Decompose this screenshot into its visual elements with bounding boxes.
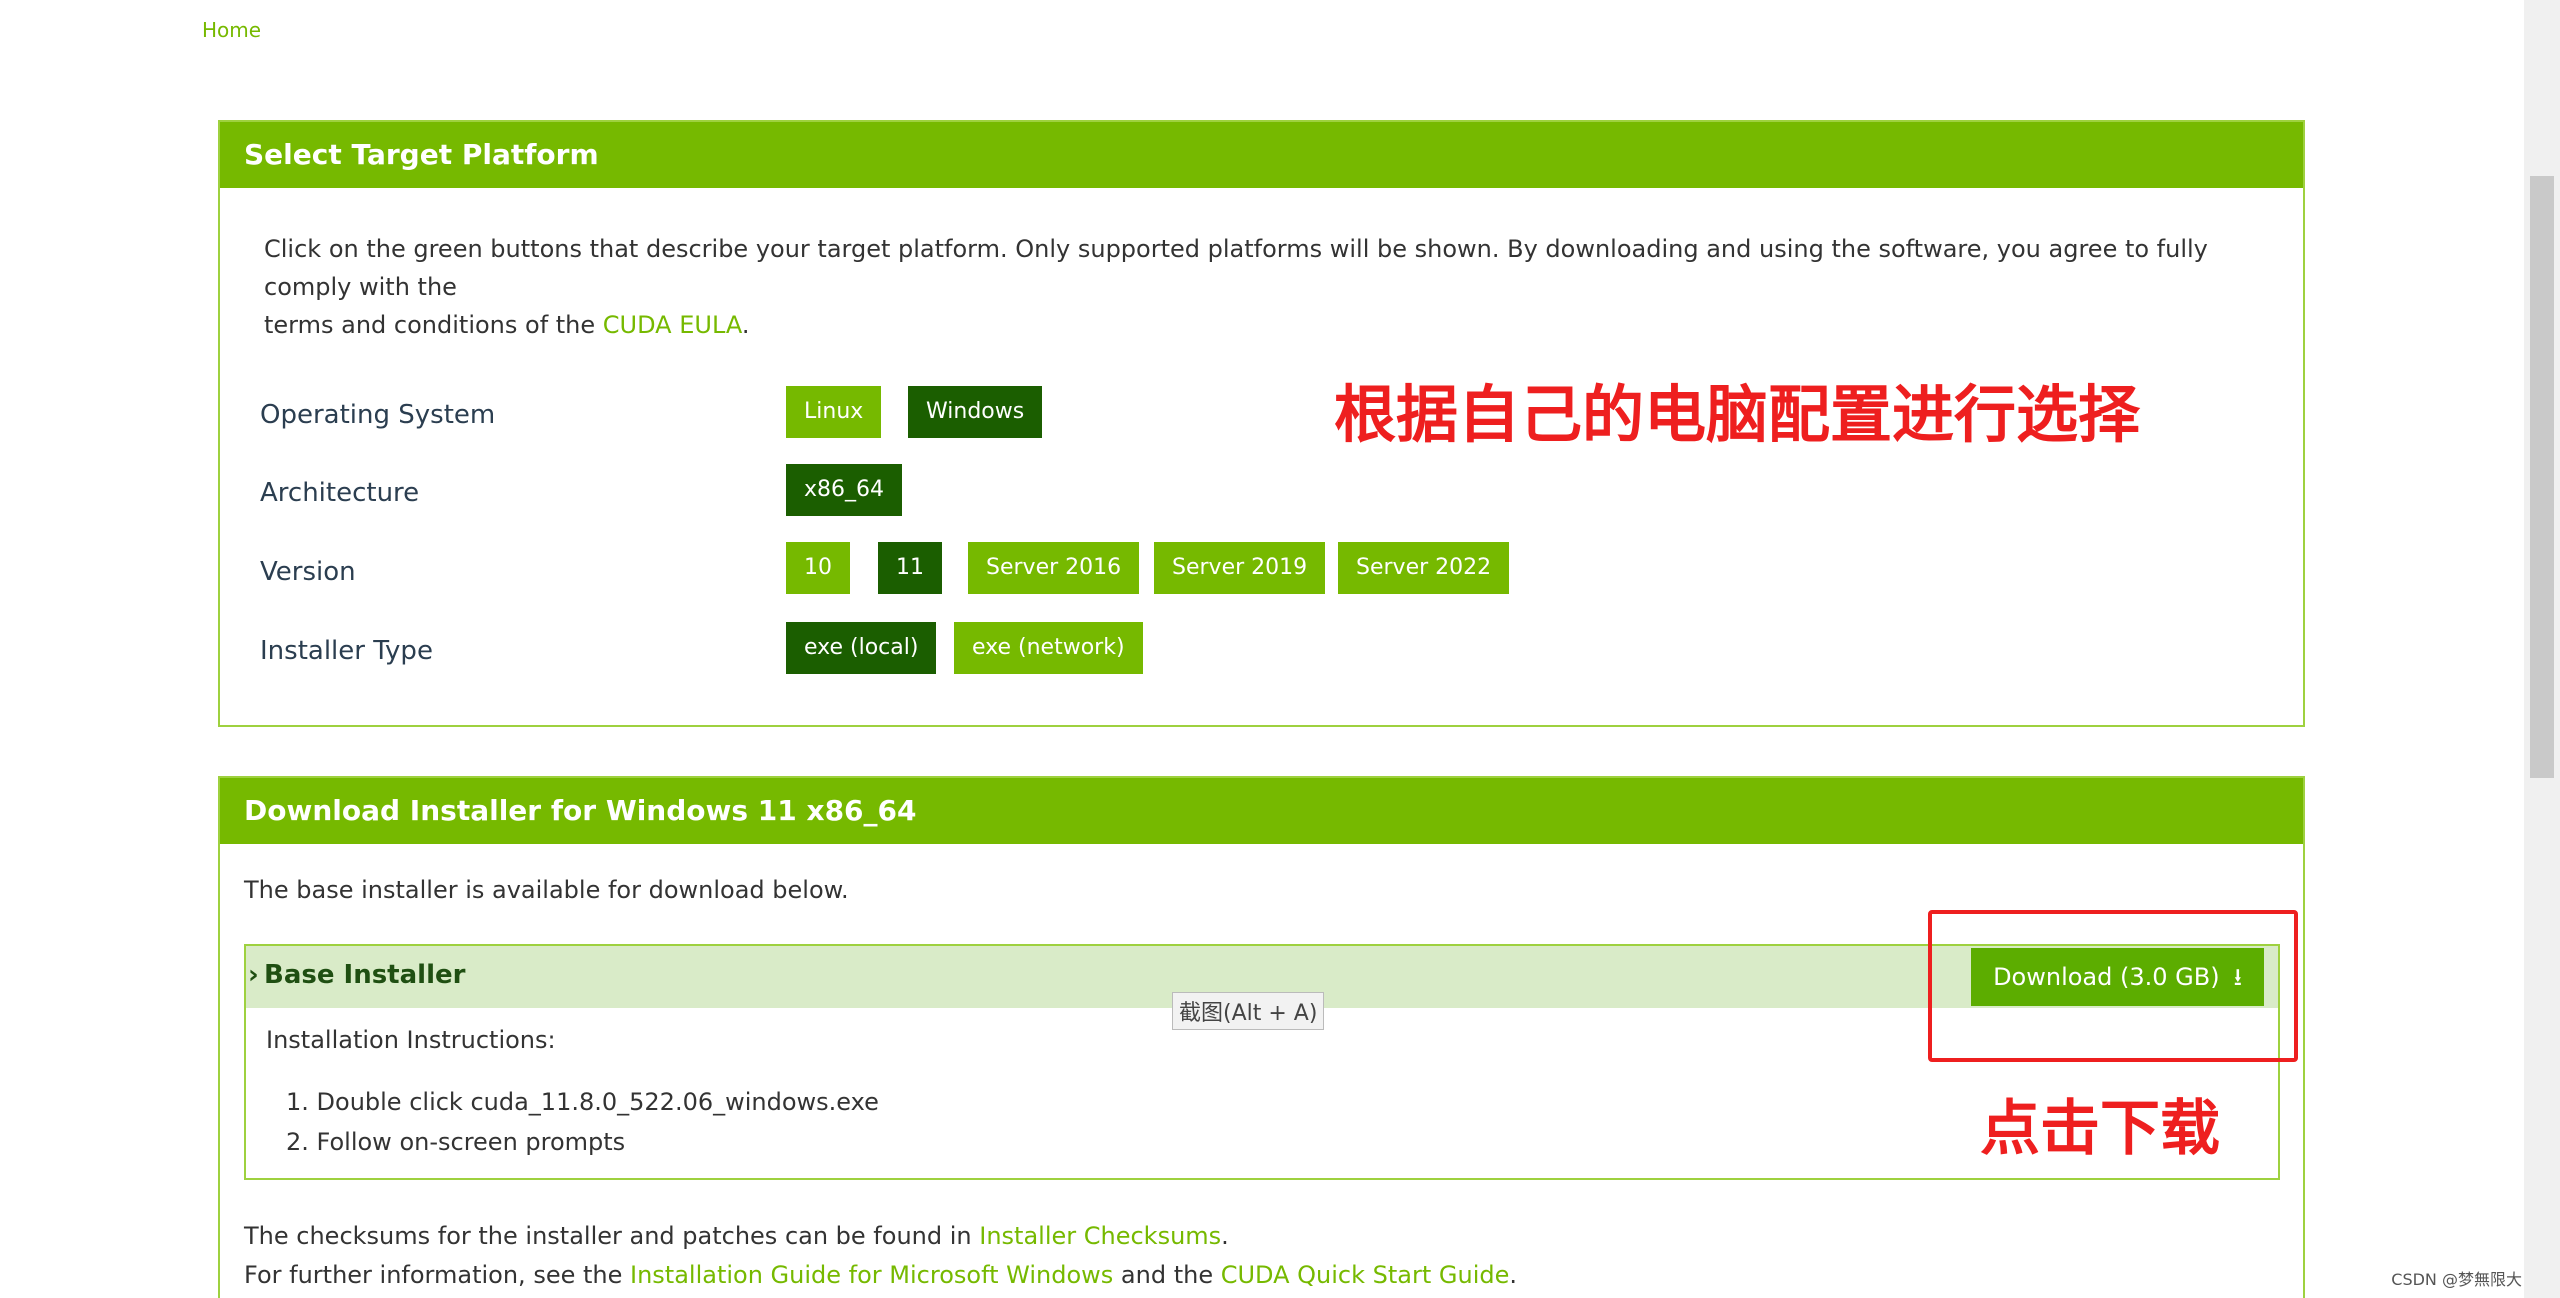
intro-line-2: terms and conditions of the xyxy=(264,311,603,339)
version-10-button[interactable]: 10 xyxy=(786,542,850,594)
installer-type-label: Installer Type xyxy=(260,636,433,666)
highlight-box xyxy=(1928,910,2298,1062)
instructions-list: 1. Double click cuda_11.8.0_522.06_windo… xyxy=(286,1082,879,1162)
checksum-suffix: . xyxy=(1221,1222,1229,1250)
panel-title: Select Target Platform xyxy=(220,122,2303,188)
os-label: Operating System xyxy=(260,400,496,430)
installation-guide-link[interactable]: Installation Guide for Microsoft Windows xyxy=(630,1261,1113,1289)
os-windows-button[interactable]: Windows xyxy=(908,386,1043,438)
intro-suffix: . xyxy=(741,311,750,339)
os-linux-button[interactable]: Linux xyxy=(786,386,882,438)
checksum-text: The checksums for the installer and patc… xyxy=(244,1222,1229,1250)
instruction-step: 2. Follow on-screen prompts xyxy=(286,1128,626,1156)
info-suffix: . xyxy=(1509,1261,1518,1289)
scrollbar-thumb[interactable] xyxy=(2530,176,2554,778)
instructions-title: Installation Instructions: xyxy=(266,1026,556,1054)
chevron-right-icon: › xyxy=(248,960,259,990)
intro-line-1: Click on the green buttons that describe… xyxy=(264,235,2208,301)
version-11-button[interactable]: 11 xyxy=(878,542,942,594)
breadcrumb-home-link[interactable]: Home xyxy=(202,18,261,42)
architecture-label: Architecture xyxy=(260,478,420,508)
annotation-click-download: 点击下载 xyxy=(1980,1094,2220,1164)
info-mid: and the xyxy=(1113,1261,1221,1289)
cuda-eula-link[interactable]: CUDA EULA xyxy=(603,311,742,339)
version-server-2016-button[interactable]: Server 2016 xyxy=(968,542,1140,594)
installer-exe-network-button[interactable]: exe (network) xyxy=(954,622,1143,674)
checksum-prefix: The checksums for the installer and patc… xyxy=(244,1222,980,1250)
base-installer-title: Base Installer xyxy=(264,960,466,990)
version-server-2019-button[interactable]: Server 2019 xyxy=(1154,542,1326,594)
further-info-text: For further information, see the Install… xyxy=(244,1261,1517,1289)
base-installer-text: The base installer is available for down… xyxy=(244,876,849,904)
arch-x86-64-button[interactable]: x86_64 xyxy=(786,464,903,516)
version-label: Version xyxy=(260,557,356,587)
info-prefix: For further information, see the xyxy=(244,1261,630,1289)
screenshot-tooltip: 截图(Alt + A) xyxy=(1172,992,1325,1030)
quick-start-guide-link[interactable]: CUDA Quick Start Guide xyxy=(1221,1261,1510,1289)
watermark: CSDN @梦無限大 xyxy=(2391,1270,2522,1289)
instruction-step: 1. Double click cuda_11.8.0_522.06_windo… xyxy=(286,1088,879,1116)
scrollbar[interactable] xyxy=(2524,0,2560,1298)
download-panel-title: Download Installer for Windows 11 x86_64 xyxy=(220,778,2303,844)
version-server-2022-button[interactable]: Server 2022 xyxy=(1338,542,1510,594)
installer-checksums-link[interactable]: Installer Checksums xyxy=(979,1222,1221,1250)
intro-text: Click on the green buttons that describe… xyxy=(264,230,2264,344)
installer-exe-local-button[interactable]: exe (local) xyxy=(786,622,937,674)
annotation-choose-config: 根据自己的电脑配置进行选择 xyxy=(1334,378,2141,451)
